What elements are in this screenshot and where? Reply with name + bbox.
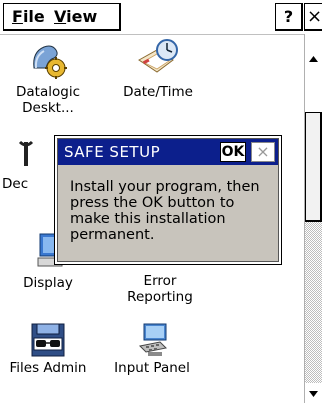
desktop-item-label: Input Panel: [114, 360, 190, 376]
scroll-down-button[interactable]: [305, 383, 322, 403]
desktop-item-label: Files Admin: [9, 360, 87, 376]
scroll-up-button[interactable]: [305, 50, 322, 70]
desktop-item-label: Dec: [2, 176, 29, 192]
desktop-item-label: Date/Time: [123, 84, 193, 100]
files-admin-icon: [31, 323, 65, 357]
desktop-item-date-time[interactable]: Date/Time: [110, 38, 206, 100]
menu-file[interactable]: File: [12, 7, 45, 26]
desktop-item-label: Datalogic Deskt...: [16, 84, 80, 116]
arrow-down-icon: [309, 391, 318, 397]
scroll-track[interactable]: [305, 222, 322, 383]
menu-view-rest: iew: [66, 7, 98, 26]
date-time-icon: [138, 39, 178, 73]
desktop-item-device[interactable]: Dec: [0, 140, 54, 192]
desktop-item-input-panel[interactable]: Input Panel: [104, 322, 200, 376]
input-panel-icon: [138, 323, 168, 356]
desktop-item-files-admin[interactable]: Files Admin: [0, 322, 96, 376]
dialog-titlebar: SAFE SETUP OK ×: [58, 139, 278, 165]
screen: File View ? × Datalogic Deskt... Date/Ti…: [0, 0, 322, 403]
safe-setup-dialog: SAFE SETUP OK × Install your program, th…: [54, 135, 282, 265]
menu-file-rest: ile: [22, 7, 45, 26]
menu-view[interactable]: View: [54, 7, 97, 26]
menu-group: File View: [3, 3, 121, 31]
vertical-scrollbar[interactable]: [304, 34, 322, 403]
desktop-item-label: Display: [23, 275, 73, 291]
menu-view-mnemonic: V: [54, 7, 67, 26]
arrow-up-icon: [309, 56, 318, 62]
ok-button[interactable]: OK: [220, 142, 246, 162]
desktop-item-datalogic-desktop[interactable]: Datalogic Deskt...: [0, 38, 96, 116]
datalogic-desktop-icon: [33, 45, 67, 79]
menu-bar: File View ? ×: [0, 0, 322, 35]
dialog-message: Install your program, then press the OK …: [70, 179, 260, 243]
dialog-body: SAFE SETUP OK × Install your program, th…: [57, 138, 279, 262]
desktop-item-label: Error Reporting: [127, 273, 193, 305]
help-button[interactable]: ?: [275, 3, 303, 31]
close-button[interactable]: ×: [304, 3, 322, 31]
menu-file-mnemonic: F: [12, 7, 23, 26]
dialog-close-button[interactable]: ×: [251, 142, 275, 162]
device-properties-icon: [18, 140, 34, 166]
scroll-thumb[interactable]: [305, 112, 322, 222]
dialog-title: SAFE SETUP: [64, 143, 161, 161]
